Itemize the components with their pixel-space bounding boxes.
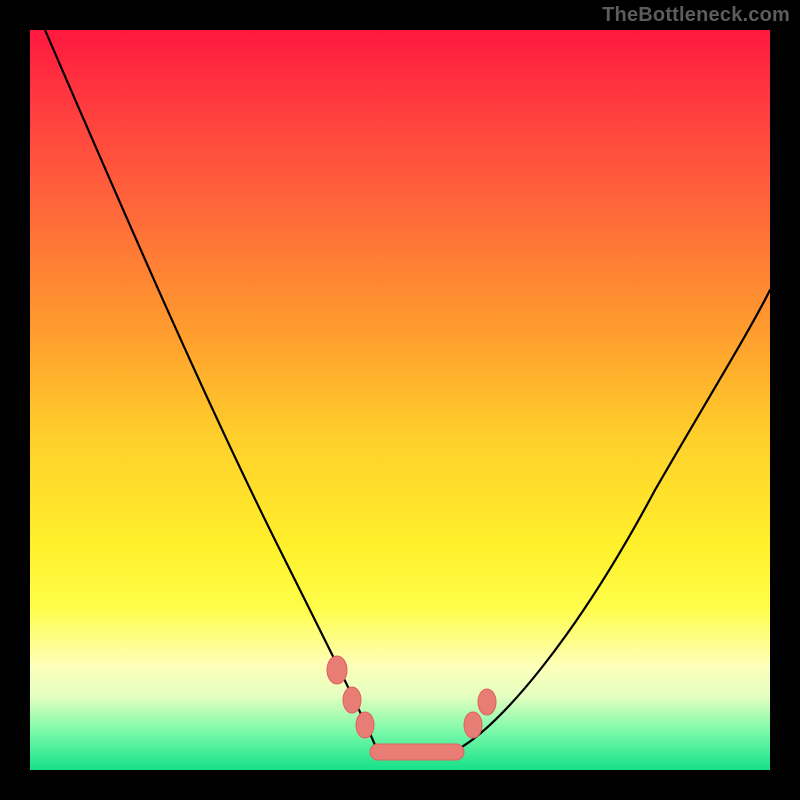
watermark-label: TheBottleneck.com (602, 4, 790, 27)
left-curve (45, 30, 375, 745)
bottom-bar (370, 744, 464, 760)
marker-dot (478, 689, 496, 715)
chart-frame: TheBottleneck.com (0, 0, 800, 800)
plot-area (30, 30, 770, 770)
right-curve (460, 290, 770, 748)
marker-dot (356, 712, 374, 738)
chart-svg (30, 30, 770, 770)
marker-dot (464, 712, 482, 738)
marker-dot (343, 687, 361, 713)
marker-dot (327, 656, 347, 684)
